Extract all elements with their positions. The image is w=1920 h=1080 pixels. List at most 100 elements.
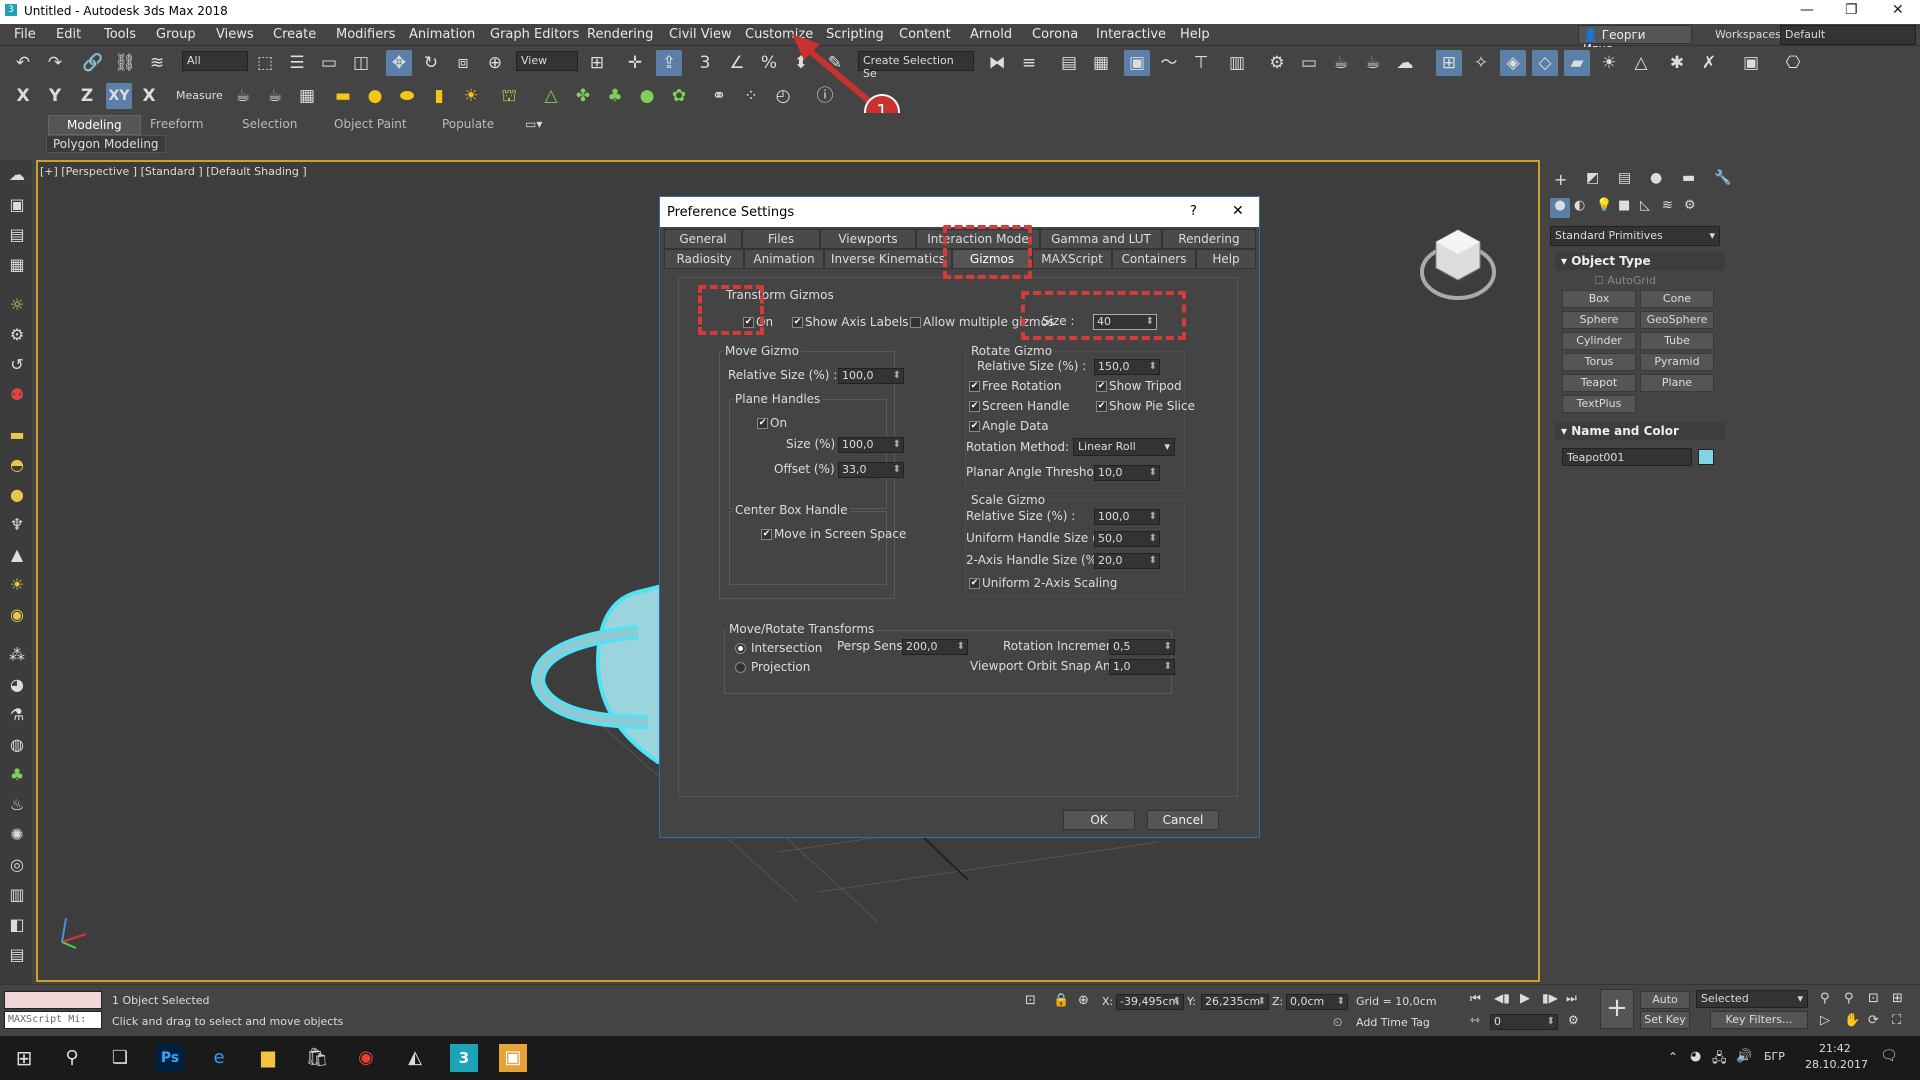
tool-icon-3[interactable]: ▤ <box>6 224 28 246</box>
pivot-center-icon[interactable]: ⊞ <box>584 50 610 76</box>
cylinder-icon[interactable]: ▮ <box>426 83 452 109</box>
angle-snap-icon[interactable]: ∠ <box>724 50 750 76</box>
disc-icon[interactable]: ⬬ <box>394 83 420 109</box>
geosphere-button[interactable]: GeoSphere <box>1640 311 1714 329</box>
time-tag-icon[interactable]: ⏲ <box>1333 1015 1342 1030</box>
ribbon-tab-populate[interactable]: Populate <box>424 115 512 133</box>
tab-viewports[interactable]: Viewports <box>820 229 916 249</box>
maximize-button[interactable]: ❐ <box>1845 2 1858 18</box>
tool-icon-23[interactable]: ◎ <box>6 854 28 876</box>
ok-button[interactable]: OK <box>1063 810 1135 830</box>
undo-icon[interactable]: ↶ <box>10 50 36 76</box>
tube-button[interactable]: Tube <box>1640 332 1714 350</box>
scale-icon[interactable]: ⧈ <box>450 50 476 76</box>
geometry-icon[interactable]: ● <box>1550 198 1570 218</box>
current-frame-input[interactable]: 0 <box>1490 1014 1558 1030</box>
free-rotation-checkbox[interactable]: ✔ <box>969 381 980 392</box>
uniform-2axis-checkbox[interactable]: ✔ <box>969 578 980 589</box>
helpers-icon[interactable]: ◺ <box>1640 198 1650 213</box>
plane-size-input[interactable]: 100,0 <box>838 437 904 453</box>
menu-file[interactable]: File <box>14 27 36 42</box>
key-mode-icon[interactable]: ⇿ <box>1470 1013 1480 1027</box>
plane-offset-input[interactable]: 33,0 <box>838 462 904 478</box>
corona-vfb-icon[interactable]: ▰ <box>1564 50 1590 76</box>
render-cloud-icon[interactable]: ☁ <box>1392 50 1418 76</box>
screen-handle-checkbox[interactable]: ✔ <box>969 401 980 412</box>
script-icon[interactable]: ▣ <box>1738 50 1764 76</box>
maxscript-listener[interactable]: MAXScript Mi: <box>4 1011 102 1029</box>
sphere-icon[interactable]: ● <box>362 83 388 109</box>
tool-icon-7[interactable]: ↺ <box>6 354 28 376</box>
grid-snap-icon[interactable]: ⊞ <box>1436 50 1462 76</box>
teapot2-icon[interactable]: ☕ <box>262 83 288 109</box>
tab-help[interactable]: Help <box>1196 249 1256 269</box>
tab-inverse-kinematics[interactable]: Inverse Kinematics <box>824 249 952 269</box>
planar-threshold-input[interactable]: 10,0 <box>1094 465 1160 481</box>
chain-icon[interactable]: ⚭ <box>706 83 732 109</box>
display-tab-icon[interactable]: ▬ <box>1682 170 1695 186</box>
object-name-input[interactable]: Teapot001 <box>1562 448 1692 466</box>
tab-containers[interactable]: Containers <box>1112 249 1196 269</box>
fov-icon[interactable]: ▷ <box>1820 1013 1830 1028</box>
tool-icon-10[interactable]: ◓ <box>6 454 28 476</box>
play-icon[interactable]: ▶ <box>1520 991 1530 1006</box>
store-icon[interactable]: 🛍 <box>303 1044 331 1072</box>
rendered-frame-window-icon[interactable]: ▭ <box>1296 50 1322 76</box>
plant-icon[interactable]: ♣ <box>602 83 628 109</box>
select-by-name-icon[interactable]: ☰ <box>284 50 310 76</box>
orbit-icon[interactable]: ⟳ <box>1868 1013 1879 1028</box>
align-icon[interactable]: ≡ <box>1016 50 1042 76</box>
window-crossing-icon[interactable]: ◫ <box>348 50 374 76</box>
tool-icon-12[interactable]: ♆ <box>6 514 28 536</box>
show-pie-slice-checkbox[interactable]: ✔ <box>1096 401 1107 412</box>
lock-icon[interactable]: 🔒 <box>1053 993 1069 1008</box>
edge-icon[interactable]: e <box>205 1044 233 1072</box>
windows-start-icon[interactable]: ⊞ <box>10 1044 38 1072</box>
tool-icon-16[interactable]: ⁂ <box>6 644 28 666</box>
axis-xy-button[interactable]: XY <box>106 83 132 109</box>
isolate-icon[interactable]: ⊡ <box>1025 993 1036 1008</box>
place-icon[interactable]: ⊕ <box>482 50 508 76</box>
primitives-dropdown[interactable]: Standard Primitives ▾ <box>1550 226 1720 246</box>
tool-icon-13[interactable]: ▲ <box>6 544 28 566</box>
tool-icon-24[interactable]: ▥ <box>6 884 28 906</box>
tool-icon-1[interactable]: ☁ <box>6 164 28 186</box>
volume-icon[interactable]: 🔊 <box>1736 1049 1752 1064</box>
create-tab-icon[interactable]: + <box>1554 170 1567 189</box>
set-key-big-button[interactable]: + <box>1600 989 1634 1029</box>
axis-z-button[interactable]: Z <box>74 83 100 109</box>
orbit-snap-input[interactable]: 1,0 <box>1109 659 1175 675</box>
user-account[interactable]: 👤 Георги Игна... <box>1578 25 1692 56</box>
menu-edit[interactable]: Edit <box>56 27 81 42</box>
language-indicator[interactable]: БГР <box>1764 1050 1785 1063</box>
layer-explorer-icon[interactable]: ▦ <box>1088 50 1114 76</box>
maxscript-listener-top[interactable] <box>4 991 102 1009</box>
menu-graph-editors[interactable]: Graph Editors <box>490 27 579 42</box>
rotation-method-dropdown[interactable]: Linear Roll ▾ <box>1073 438 1175 456</box>
motion-tab-icon[interactable]: ● <box>1650 170 1662 186</box>
tray-arrow-icon[interactable]: ⌃ <box>1668 1050 1678 1064</box>
extra-tool-icon[interactable]: ⎔ <box>1780 50 1806 76</box>
uniform-handle-input[interactable]: 50,0 <box>1094 531 1160 547</box>
corona-light-icon[interactable]: ☀ <box>1596 50 1622 76</box>
y-coord-input[interactable]: 26,235cm <box>1201 994 1269 1010</box>
reference-coord-dropdown[interactable]: View <box>516 51 578 71</box>
menu-group[interactable]: Group <box>156 27 196 42</box>
task-view-icon[interactable]: ❏ <box>106 1044 134 1072</box>
tab-general[interactable]: General <box>664 229 742 249</box>
ribbon-toggle-icon[interactable]: ▣ <box>1124 50 1150 76</box>
file-explorer-icon[interactable]: ▆ <box>254 1044 282 1072</box>
name-color-rollout[interactable]: ▾ Name and Color <box>1555 422 1725 440</box>
viewport-label[interactable]: [+] [Perspective ] [Standard ] [Default … <box>40 165 307 178</box>
zoom-all-icon[interactable]: ⚲ <box>1844 991 1854 1006</box>
sun-icon[interactable]: ☀ <box>458 83 484 109</box>
ribbon-tab-freeform[interactable]: Freeform <box>132 115 221 133</box>
network-icon[interactable]: 🖧 <box>1712 1049 1727 1071</box>
select-object-icon[interactable]: ⬚ <box>252 50 278 76</box>
menu-animation[interactable]: Animation <box>409 27 475 42</box>
spacewarps-icon[interactable]: ≋ <box>1662 198 1673 213</box>
cone-button[interactable]: Cone <box>1640 290 1714 308</box>
menu-create[interactable]: Create <box>273 27 316 42</box>
time-config-icon[interactable]: ⚙ <box>1568 1013 1579 1027</box>
corona-converter-icon[interactable]: ✗ <box>1696 50 1722 76</box>
